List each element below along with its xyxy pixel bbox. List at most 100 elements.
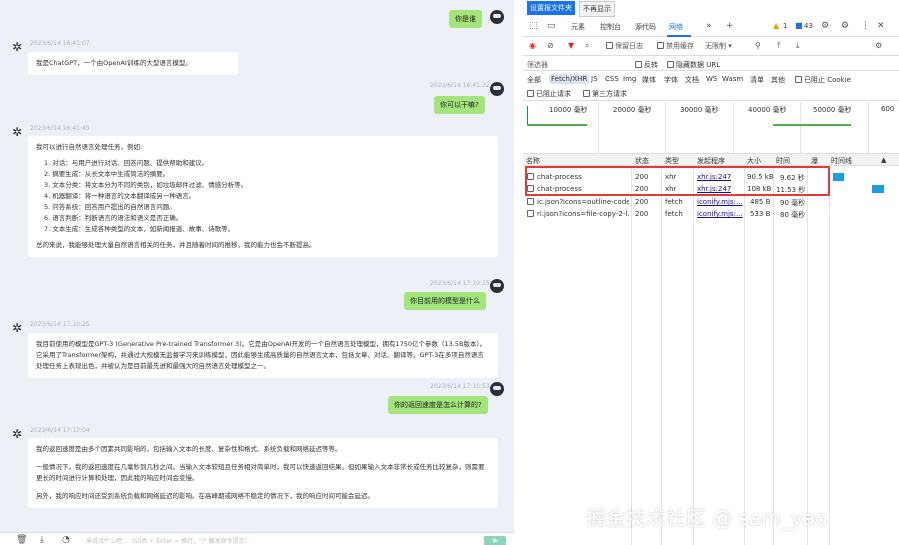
list-item: 3. 文本分类：将文本分为不同的类别，如垃圾邮件过滤、情感分析等。 (44, 181, 248, 189)
devtools-tabs: ⬚ ▭ 元素 控制台 源代码 网络 » + ▲ 1 ■ 43 ⚙ ⚙ ⋮ ✕ (523, 18, 899, 37)
assistant-message: 我目前使用的模型是GPT-3 (Generative Pre-trained T… (28, 333, 498, 378)
list-item: 6. 语言判断：判断语言的语法和语义是否正确。 (44, 214, 183, 222)
timeline-label: 30000 毫秒 (680, 106, 719, 114)
export-har-icon[interactable]: ⤓ (796, 41, 800, 51)
table-row[interactable]: ic.json?icons=outline-code 200 fetch ico… (523, 196, 899, 208)
blocked-row: 已阻止请求 第三方请求 (523, 88, 899, 101)
type-all[interactable]: 全部 (527, 75, 541, 85)
chatgpt-logo-icon: ✲ (11, 321, 23, 335)
col-timeline[interactable]: 时间线 (831, 156, 852, 166)
col-size[interactable]: 大小 (747, 156, 761, 166)
type-wasm[interactable]: Wasm (722, 75, 743, 83)
assistant-message: 我的返回速度是由多个因素共同影响的，包括输入文本的长度、复杂性和格式、系统负载和… (28, 438, 498, 508)
row-checkbox[interactable] (527, 210, 536, 218)
preserve-log-checkbox[interactable]: 保留日志 (606, 41, 643, 51)
network-conditions-icon[interactable]: ⚲ (755, 41, 761, 50)
third-party-checkbox[interactable]: 第三方请求 (583, 89, 627, 99)
close-icon[interactable]: ✕ (877, 21, 885, 31)
type-img[interactable]: Img (623, 75, 636, 83)
col-type[interactable]: 类型 (665, 156, 679, 166)
chat-input[interactable]: 来说点什么吧...（Shift + Enter = 换行，"/" 触发命令提示） (86, 536, 251, 545)
cell-initiator[interactable]: iconify.mjs:... (697, 198, 743, 206)
disable-cache-checkbox[interactable]: 禁用缓存 (657, 41, 694, 51)
chat-input-bar: 🗑 ⤓ ◔ 来说点什么吧...（Shift + Enter = 换行，"/" 触… (0, 532, 514, 545)
import-har-icon[interactable]: ⤒ (777, 41, 781, 51)
blocked-requests-label: 已阻止请求 (536, 90, 571, 98)
message-paragraph: 另外，我的响应时间还受到系统负载和网络延迟的影响。在高峰期或网络不稳定的情况下，… (36, 492, 374, 500)
filter-row: 筛选器 反转 隐藏数据 URL (523, 57, 899, 71)
type-doc[interactable]: 文档 (685, 75, 699, 85)
send-icon: ➤ (491, 536, 499, 545)
network-overview: 10000 毫秒 20000 毫秒 30000 毫秒 40000 毫秒 5000… (523, 102, 899, 154)
message-outro: 总的来说，我能够处理大量自然语言相关的任务，并且随着时间的推移，我的能力也会不断… (36, 241, 316, 249)
type-js[interactable]: JS (591, 75, 598, 83)
invert-checkbox[interactable]: 反转 (635, 60, 658, 70)
more-tabs-icon[interactable]: » (706, 21, 712, 31)
col-status[interactable]: 状态 (635, 156, 649, 166)
kebab-menu-icon[interactable]: ⋮ (861, 21, 870, 31)
timeline-label: 20000 毫秒 (613, 106, 652, 114)
timeline-bar (527, 106, 528, 124)
info-icon[interactable]: ■ (795, 21, 803, 30)
filter-icon[interactable]: ▼ (568, 41, 574, 50)
message-paragraph: 我的返回速度是由多个因素共同影响的，包括输入文本的长度、复杂性和格式、系统负载和… (36, 445, 342, 453)
cell-initiator[interactable]: iconify.mjs:... (697, 210, 743, 218)
sort-icon[interactable]: ▲ (881, 156, 886, 164)
set-folder-button[interactable]: 设置报文件夹 (527, 1, 575, 15)
timeline-gridline (800, 102, 801, 154)
clear-icon[interactable]: ⊘ (547, 41, 554, 50)
hide-data-urls-label: 隐藏数据 URL (676, 61, 721, 69)
table-row[interactable]: ri.json?icons=file-copy-2-l... 200 fetch… (523, 208, 899, 220)
blocked-requests-checkbox[interactable]: 已阻止请求 (527, 89, 571, 99)
type-media[interactable]: 媒体 (642, 75, 656, 85)
network-toolbar: ◉ ⊘ ▼ ⌕ 保留日志 禁用缓存 无限制 ▾ ⚲ ⤒ ⤓ ⚙ (523, 38, 899, 56)
col-name[interactable]: 名称 (526, 156, 540, 166)
history-icon[interactable]: ◔ (62, 535, 70, 545)
tab-elements[interactable]: 元素 (571, 22, 585, 32)
col-waterfall[interactable]: 瀑 (811, 156, 818, 166)
type-font[interactable]: 字体 (664, 75, 678, 85)
tab-sources[interactable]: 源代码 (635, 22, 656, 32)
timeline-label: 50000 毫秒 (813, 106, 852, 114)
dont-show-button[interactable]: 不再显示 (579, 1, 615, 17)
inspect-icon[interactable]: ⬚ (529, 21, 538, 31)
timeline-gridline (665, 102, 666, 154)
blocked-cookies-checkbox[interactable]: 已阻止 Cookie (795, 75, 851, 85)
timeline-bar (773, 124, 851, 126)
timeline-gridline (733, 102, 734, 154)
cell-status: 200 (635, 210, 649, 218)
invert-label: 反转 (644, 61, 658, 69)
tab-console[interactable]: 控制台 (600, 22, 621, 32)
cell-name: ri.json?icons=file-copy-2-l... (537, 210, 629, 218)
highlight-box (525, 166, 830, 196)
delete-icon[interactable]: 🗑 (16, 535, 27, 545)
throttle-select[interactable]: 无限制 ▾ (705, 41, 732, 51)
type-manifest[interactable]: 清单 (750, 75, 764, 85)
network-settings-icon[interactable]: ⚙ (875, 41, 882, 50)
record-icon[interactable]: ◉ (529, 41, 536, 50)
user-avatar (490, 10, 504, 24)
timeline-gridline (598, 102, 599, 154)
row-checkbox[interactable] (527, 198, 536, 206)
filter-input[interactable]: 筛选器 (527, 60, 548, 70)
type-other[interactable]: 其他 (771, 75, 785, 85)
customize-icon[interactable]: ⚙ (821, 21, 829, 31)
col-initiator[interactable]: 发起程序 (697, 156, 725, 166)
settings-icon[interactable]: ⚙ (841, 21, 849, 31)
hide-data-urls-checkbox[interactable]: 隐藏数据 URL (667, 60, 720, 70)
col-time[interactable]: 时间 (776, 156, 790, 166)
add-tab-icon[interactable]: + (726, 21, 734, 31)
type-ws[interactable]: WS (706, 75, 717, 83)
user-message: 你可以干嘛? (434, 96, 485, 114)
message-intro: 我可以进行自然语言处理任务，例如: (36, 143, 143, 151)
active-tab-indicator (667, 35, 691, 37)
type-css[interactable]: CSS (605, 75, 619, 83)
download-icon[interactable]: ⤓ (40, 535, 44, 545)
warning-icon[interactable]: ▲ (773, 21, 779, 30)
type-fetch-xhr[interactable]: Fetch/XHR (549, 74, 590, 84)
send-button[interactable]: ➤ (484, 536, 506, 545)
list-item: 5. 问答系统：回答用户提出的自然语言问题。 (44, 203, 176, 211)
device-toggle-icon[interactable]: ▭ (547, 21, 556, 31)
search-icon[interactable]: ⌕ (585, 41, 589, 51)
tab-network[interactable]: 网络 (669, 22, 683, 32)
